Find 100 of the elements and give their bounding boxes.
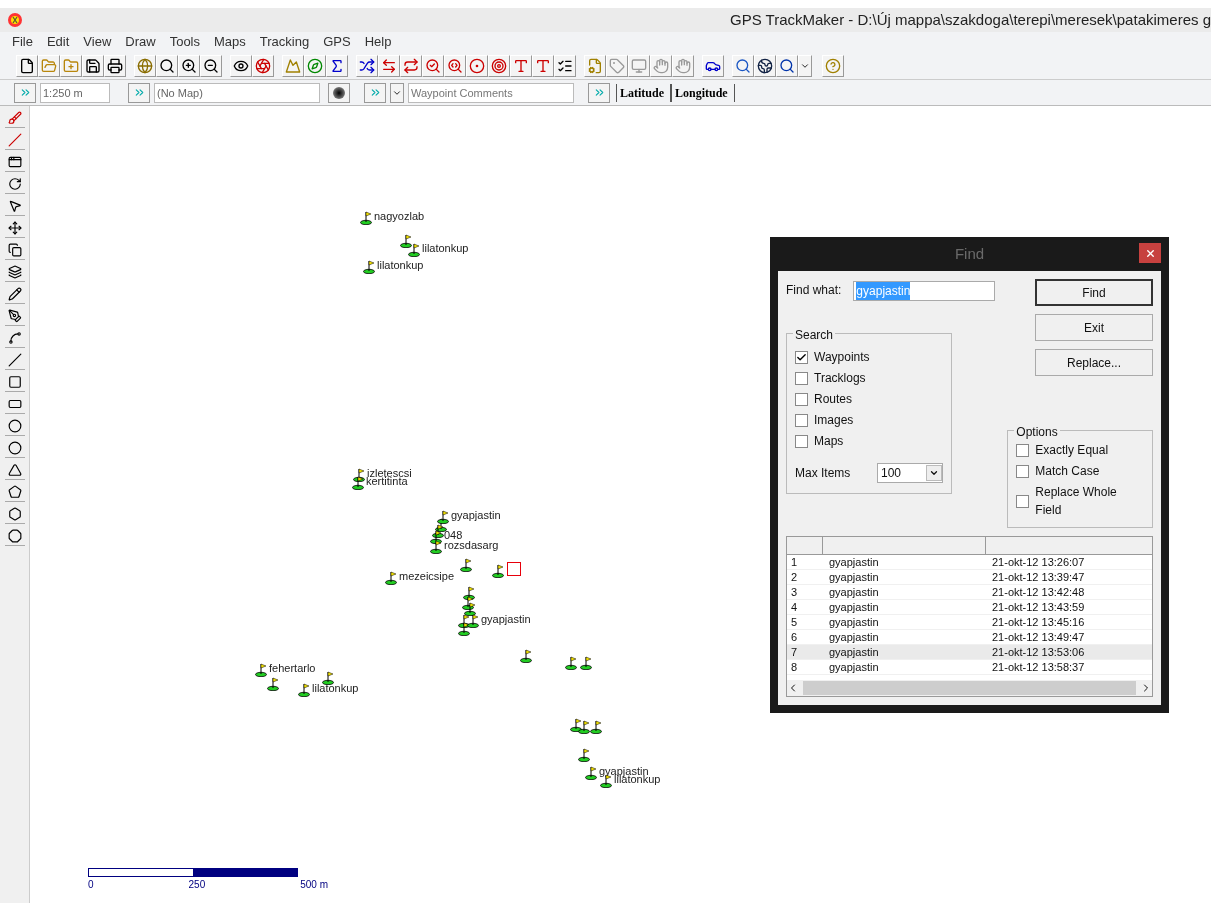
caret-icon xyxy=(929,468,939,478)
checkbox-label: Match Case xyxy=(1035,463,1100,480)
help-button[interactable] xyxy=(822,54,844,77)
line-icon xyxy=(7,352,22,367)
max-items-label: Max Items xyxy=(795,465,851,482)
table-cell-text: 7 xyxy=(790,644,799,660)
max-items-dropdown[interactable]: 100 xyxy=(877,463,943,483)
go-button[interactable] xyxy=(364,82,386,103)
earth-icon xyxy=(757,57,773,74)
checkbox-label: Images xyxy=(814,412,854,429)
waypoint-flag-icon xyxy=(267,677,279,691)
toolbar-button[interactable] xyxy=(82,54,104,77)
text-icon xyxy=(513,57,529,74)
dialog-button[interactable]: Exit xyxy=(1035,314,1153,341)
checkbox[interactable] xyxy=(1016,494,1030,508)
menu-item[interactable]: View xyxy=(83,32,112,52)
scale-label: 0 xyxy=(88,878,94,892)
checkbox[interactable] xyxy=(795,371,808,385)
map-toggle-button[interactable] xyxy=(328,82,350,103)
monitor-icon xyxy=(631,57,647,74)
toolbar-button[interactable] xyxy=(326,54,348,77)
target-icon xyxy=(491,57,507,74)
result-row[interactable]: 6 gyapjastin 21-okt-12 13:49:47 xyxy=(787,630,1152,645)
waypoint-label: rozsdasarg xyxy=(444,540,499,551)
menu-item[interactable]: Help xyxy=(364,32,392,52)
menu-item[interactable]: Tools xyxy=(169,32,200,52)
comments-field[interactable]: Waypoint Comments xyxy=(408,82,574,103)
checkbox[interactable] xyxy=(795,392,808,406)
coordinate-label: Longitude xyxy=(671,83,735,102)
text-icon xyxy=(535,57,551,74)
checkbox-label: Exactly Equal xyxy=(1035,442,1109,459)
result-row[interactable]: 4 gyapjastin 21-okt-12 13:43:59 xyxy=(787,600,1152,615)
table-cell-text: gyapjastin xyxy=(828,614,880,630)
result-row[interactable]: 8 gyapjastin 21-okt-12 13:58:37 xyxy=(787,660,1152,675)
table-cell-text: 5 xyxy=(790,614,799,630)
toolbar-button[interactable] xyxy=(230,54,252,77)
toolbar-button[interactable] xyxy=(554,54,576,77)
scale-field[interactable]: 1:250 m xyxy=(40,82,110,103)
toolbar-button[interactable] xyxy=(776,54,798,77)
toolbar-button[interactable] xyxy=(754,54,776,77)
go-button[interactable] xyxy=(588,82,610,103)
circle-icon xyxy=(7,418,22,433)
map-field[interactable]: (No Map) xyxy=(154,82,320,103)
result-row[interactable]: 3 gyapjastin 21-okt-12 13:42:48 xyxy=(787,585,1152,600)
close-button[interactable] xyxy=(1139,243,1161,263)
octagon-icon xyxy=(7,528,22,543)
checkbox[interactable] xyxy=(795,413,808,427)
waypoint-flag-icon xyxy=(255,663,267,677)
result-row[interactable]: 5 gyapjastin 21-okt-12 13:45:16 xyxy=(787,615,1152,630)
toolbar-button[interactable] xyxy=(156,54,178,77)
waypoint-label: 048 xyxy=(444,530,463,541)
coordinate-label: Latitude xyxy=(616,83,671,102)
waypoint-label: mezeicsipe xyxy=(399,571,455,582)
go-button[interactable] xyxy=(128,82,150,103)
toolbar-button[interactable] xyxy=(200,54,222,77)
dialog-button[interactable]: Find xyxy=(1035,279,1153,306)
table-cell-text: 21-okt-12 13:43:59 xyxy=(991,599,1086,615)
hand-icon xyxy=(653,57,669,74)
waypoint-flag-icon xyxy=(363,260,375,274)
search-track-icon xyxy=(447,57,463,74)
search-waypoint-icon xyxy=(425,57,441,74)
pointer-icon xyxy=(7,198,22,213)
result-row[interactable]: 2 gyapjastin 21-okt-12 13:39:47 xyxy=(787,570,1152,585)
triangle-icon xyxy=(7,462,22,477)
waypoint-flag-icon xyxy=(565,656,577,670)
checkbox[interactable] xyxy=(1016,464,1030,478)
dropdown-button[interactable] xyxy=(390,82,404,103)
toolbar-button[interactable] xyxy=(178,54,200,77)
toolbar-button[interactable] xyxy=(702,54,724,77)
menu-item[interactable]: File xyxy=(12,32,33,52)
waypoint-flag-icon xyxy=(430,540,442,554)
horizontal-scrollbar[interactable] xyxy=(787,680,1152,696)
go-button[interactable] xyxy=(14,82,36,103)
menu-item[interactable]: GPS xyxy=(323,32,351,52)
pentagon-icon xyxy=(7,484,22,499)
menu-item[interactable]: Tracking xyxy=(259,32,310,52)
new-file-icon xyxy=(19,57,35,74)
compass-icon xyxy=(307,57,323,74)
checkbox[interactable] xyxy=(795,350,808,364)
result-row[interactable]: 1 gyapjastin 21-okt-12 13:26:07 xyxy=(787,555,1152,570)
menu-item[interactable]: Maps xyxy=(214,32,246,52)
waypoint-label: lilatonkup xyxy=(614,774,661,785)
menu-item[interactable]: Edit xyxy=(46,32,70,52)
checkbox-label: Routes xyxy=(814,391,853,408)
toolbar-button[interactable] xyxy=(732,54,754,77)
dialog-button[interactable]: Replace... xyxy=(1035,349,1153,376)
table-cell-text: 21-okt-12 13:26:07 xyxy=(991,554,1086,570)
checkbox[interactable] xyxy=(1016,443,1030,457)
magnifier-icon xyxy=(779,57,795,74)
toolbar-button[interactable] xyxy=(356,54,378,77)
dialog-title: Find xyxy=(954,243,985,264)
checkbox-label: Waypoints xyxy=(814,349,870,366)
checkbox[interactable] xyxy=(795,434,808,448)
toolbar-button[interactable] xyxy=(104,54,126,77)
toolbar-button[interactable] xyxy=(16,54,38,77)
waypoint-label: lilatonkup xyxy=(377,260,424,271)
menu-item[interactable]: Draw xyxy=(125,32,156,52)
result-row[interactable]: 7 gyapjastin 21-okt-12 13:53:06 xyxy=(787,645,1152,660)
checkbox-label: Replace Whole Field xyxy=(1035,484,1118,519)
table-cell-text: gyapjastin xyxy=(828,599,880,615)
